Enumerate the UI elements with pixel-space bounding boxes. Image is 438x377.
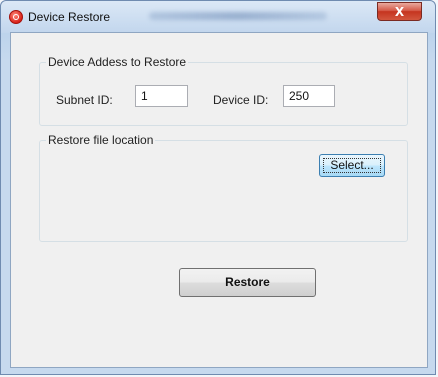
blurred-title-region [149,12,327,20]
window-title: Device Restore [28,10,111,24]
restore-file-group: Restore file location Select... [39,133,408,242]
device-id-label: Device ID: [213,93,269,107]
restore-file-legend: Restore file location [46,133,156,147]
dialog-body: Device Addess to Restore Subnet ID: 1 De… [10,32,428,368]
restore-button[interactable]: Restore [179,268,316,297]
app-logo-icon [9,10,23,24]
subnet-id-input[interactable]: 1 [135,85,188,107]
device-address-group: Device Addess to Restore Subnet ID: 1 De… [39,55,408,126]
device-restore-window: Device Restore X Device Addess to Restor… [0,0,436,375]
subnet-id-label: Subnet ID: [56,93,113,107]
restore-button-label: Restore [225,275,270,289]
select-file-button[interactable]: Select... [319,154,385,177]
device-address-legend: Device Addess to Restore [46,55,189,69]
focus-indicator [323,158,381,173]
close-icon: X [394,5,405,19]
title-bar[interactable]: Device Restore X [1,1,435,33]
device-id-input[interactable]: 250 [283,85,335,107]
close-button[interactable]: X [377,2,422,21]
